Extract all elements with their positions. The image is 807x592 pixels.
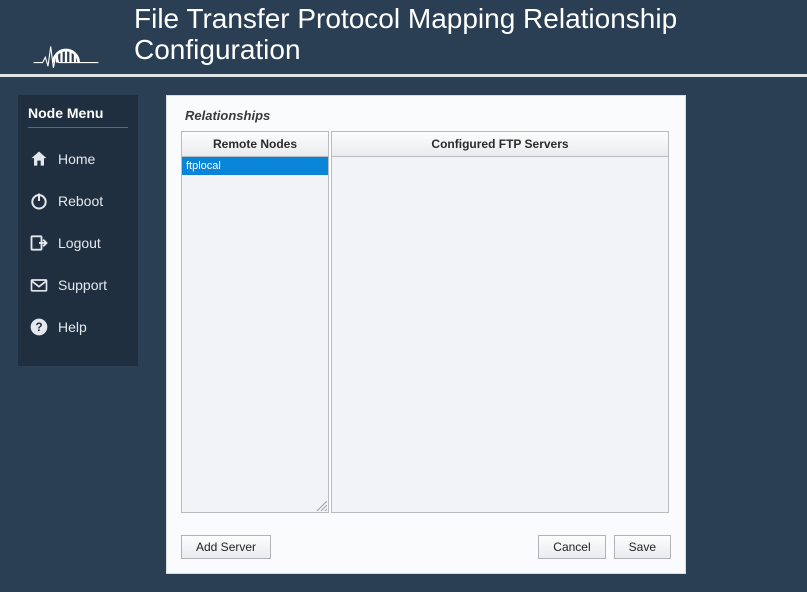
app-logo bbox=[30, 32, 102, 68]
sidebar-item-label: Reboot bbox=[58, 193, 103, 209]
relationships-panel: Relationships Remote Nodes ftplocal Conf… bbox=[166, 95, 686, 574]
panel-columns: Remote Nodes ftplocal Configured FTP Ser… bbox=[181, 131, 671, 513]
app-header: File Transfer Protocol Mapping Relations… bbox=[0, 0, 807, 77]
power-icon bbox=[28, 190, 50, 212]
panel-title: Relationships bbox=[181, 106, 671, 131]
sidebar-item-logout[interactable]: Logout bbox=[28, 222, 128, 264]
page-title: File Transfer Protocol Mapping Relations… bbox=[134, 4, 787, 68]
remote-node-item[interactable]: ftplocal bbox=[182, 157, 328, 175]
button-row: Add Server Cancel Save bbox=[181, 535, 671, 559]
cancel-button[interactable]: Cancel bbox=[538, 535, 605, 559]
sidebar-item-label: Home bbox=[58, 151, 95, 167]
remote-nodes-header: Remote Nodes bbox=[182, 132, 328, 157]
sidebar-title: Node Menu bbox=[28, 103, 128, 128]
sidebar: Node Menu Home Reboot Logout Support bbox=[18, 95, 138, 366]
main-container: Node Menu Home Reboot Logout Support bbox=[0, 77, 807, 592]
logout-icon bbox=[28, 232, 50, 254]
help-icon: ? bbox=[28, 316, 50, 338]
sidebar-item-support[interactable]: Support bbox=[28, 264, 128, 306]
envelope-icon bbox=[28, 274, 50, 296]
sidebar-item-label: Support bbox=[58, 277, 107, 293]
ftp-servers-header: Configured FTP Servers bbox=[332, 132, 668, 157]
sidebar-item-help[interactable]: ? Help bbox=[28, 306, 128, 348]
sidebar-item-label: Help bbox=[58, 319, 87, 335]
add-server-button[interactable]: Add Server bbox=[181, 535, 271, 559]
svg-text:?: ? bbox=[35, 321, 42, 334]
save-button[interactable]: Save bbox=[614, 535, 671, 559]
home-icon bbox=[28, 148, 50, 170]
remote-nodes-column: Remote Nodes ftplocal bbox=[181, 131, 329, 513]
sidebar-item-home[interactable]: Home bbox=[28, 138, 128, 180]
remote-nodes-list: ftplocal bbox=[182, 157, 328, 512]
ftp-servers-list bbox=[332, 157, 668, 512]
ftp-servers-column: Configured FTP Servers bbox=[331, 131, 669, 513]
sidebar-item-reboot[interactable]: Reboot bbox=[28, 180, 128, 222]
resize-grip-icon[interactable] bbox=[315, 499, 327, 511]
spacer bbox=[279, 535, 530, 559]
sidebar-item-label: Logout bbox=[58, 235, 101, 251]
